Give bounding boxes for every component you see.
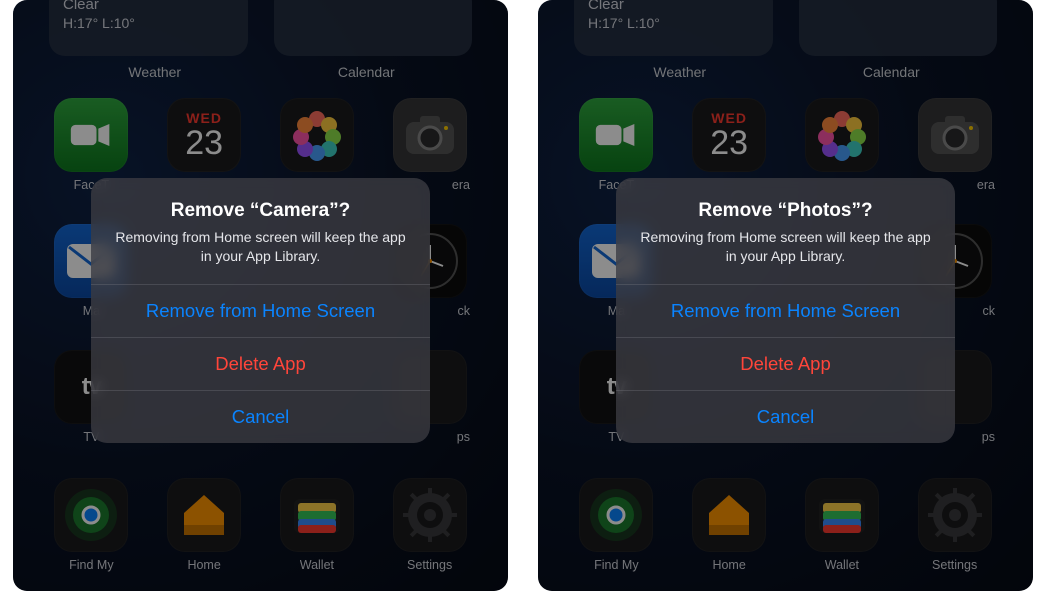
calendar-icon: WED 23 — [692, 98, 766, 172]
weather-condition: Clear — [588, 0, 759, 13]
app-label: Home — [187, 558, 220, 572]
findmy-icon — [54, 478, 128, 552]
photos-icon — [805, 98, 879, 172]
photos-icon — [280, 98, 354, 172]
app-label: Wallet — [300, 558, 334, 572]
phone-screen-right: Clear H:17° L:10° Weather Calendar FaceT… — [538, 0, 1033, 591]
alert-message: Removing from Home screen will keep the … — [111, 228, 410, 266]
app-findmy[interactable]: Find My — [47, 478, 136, 572]
home-icon — [167, 478, 241, 552]
calendar-day: 23 — [710, 126, 748, 160]
app-label: Find My — [69, 558, 113, 572]
weather-condition: Clear — [63, 0, 234, 13]
calendar-widget[interactable] — [274, 0, 473, 56]
delete-app-button[interactable]: Delete App — [616, 337, 955, 390]
findmy-icon — [579, 478, 653, 552]
calendar-day: 23 — [185, 126, 223, 160]
app-findmy[interactable]: Find My — [572, 478, 661, 572]
alert-title: Remove “Camera”? — [111, 200, 410, 222]
calendar-icon: WED 23 — [167, 98, 241, 172]
app-home[interactable]: Home — [685, 478, 774, 572]
remove-app-alert: Remove “Camera”? Removing from Home scre… — [91, 178, 430, 443]
weather-widget[interactable]: Clear H:17° L:10° — [49, 0, 248, 56]
remove-from-home-button[interactable]: Remove from Home Screen — [91, 284, 430, 337]
camera-icon — [393, 98, 467, 172]
weather-label: Weather — [49, 60, 261, 80]
gear-icon — [918, 478, 992, 552]
cancel-button[interactable]: Cancel — [616, 390, 955, 443]
app-label: Wallet — [825, 558, 859, 572]
weather-hilo: H:17° L:10° — [63, 15, 234, 31]
calendar-widget[interactable] — [799, 0, 998, 56]
app-settings[interactable]: Settings — [910, 478, 999, 572]
app-wallet[interactable]: Wallet — [273, 478, 362, 572]
wallet-icon — [805, 478, 879, 552]
remove-from-home-button[interactable]: Remove from Home Screen — [616, 284, 955, 337]
wallet-icon — [280, 478, 354, 552]
app-settings[interactable]: Settings — [385, 478, 474, 572]
weather-hilo: H:17° L:10° — [588, 15, 759, 31]
home-icon — [692, 478, 766, 552]
app-label: Find My — [594, 558, 638, 572]
calendar-label: Calendar — [261, 60, 473, 80]
gear-icon — [393, 478, 467, 552]
remove-app-alert: Remove “Photos”? Removing from Home scre… — [616, 178, 955, 443]
calendar-label: Calendar — [786, 60, 998, 80]
alert-message: Removing from Home screen will keep the … — [636, 228, 935, 266]
cancel-button[interactable]: Cancel — [91, 390, 430, 443]
app-label: Home — [712, 558, 745, 572]
weather-widget[interactable]: Clear H:17° L:10° — [574, 0, 773, 56]
delete-app-button[interactable]: Delete App — [91, 337, 430, 390]
app-label: Settings — [407, 558, 452, 572]
weather-label: Weather — [574, 60, 786, 80]
app-wallet[interactable]: Wallet — [798, 478, 887, 572]
app-home[interactable]: Home — [160, 478, 249, 572]
facetime-icon — [579, 98, 653, 172]
camera-icon — [918, 98, 992, 172]
alert-title: Remove “Photos”? — [636, 200, 935, 222]
facetime-icon — [54, 98, 128, 172]
phone-screen-left: Clear H:17° L:10° Weather Calendar FaceT… — [13, 0, 508, 591]
app-label: Settings — [932, 558, 977, 572]
